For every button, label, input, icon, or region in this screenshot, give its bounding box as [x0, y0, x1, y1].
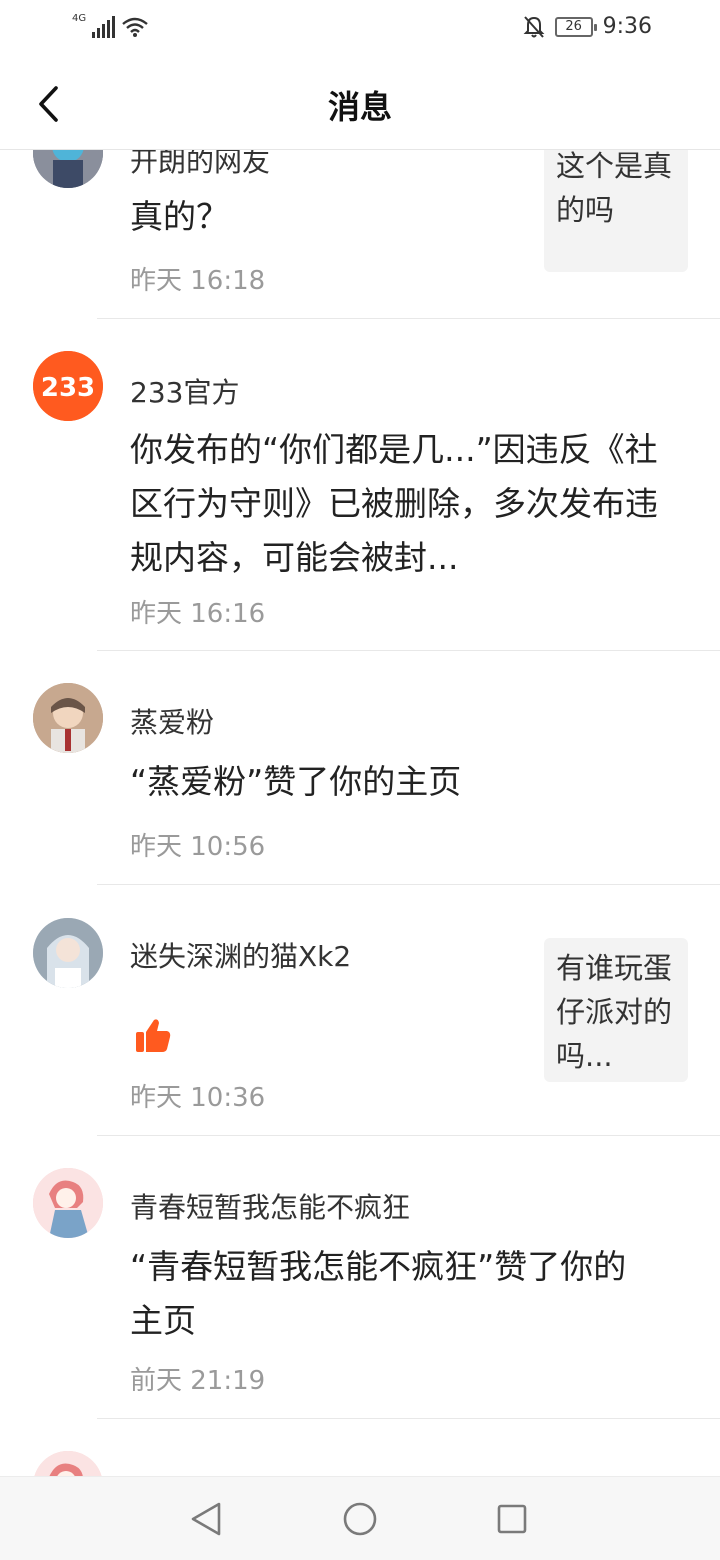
message-time: 昨天 10:36 — [130, 1083, 266, 1113]
signal-icon — [92, 16, 116, 38]
message-content: 你发布的“你们都是几...”因违反《社区行为守则》已被删除，多次发布违规内容，可… — [130, 430, 658, 577]
status-bar: 4G 26 9:36 — [0, 0, 720, 56]
message-content: “蒸爱粉”赞了你的主页 — [130, 762, 462, 801]
message-content: 真的？ — [130, 197, 229, 236]
avatar-label: 233 — [41, 373, 95, 403]
nav-home-button[interactable] — [338, 1497, 382, 1541]
nav-recents-button[interactable] — [490, 1497, 534, 1541]
clock: 9:36 — [602, 14, 652, 39]
message-content: “青春短暂我怎能不疯狂”赞了你的主页 — [130, 1247, 627, 1340]
list-item[interactable]: 233 233官方 你发布的“你们都是几...”因违反《社区行为守则》已被删除，… — [0, 319, 720, 651]
triangle-back-icon — [191, 1502, 221, 1536]
network-type: 4G — [72, 13, 87, 24]
post-preview[interactable]: 有谁玩蛋仔派对的吗... — [544, 938, 688, 1082]
avatar[interactable] — [33, 683, 103, 753]
avatar[interactable]: 233 — [33, 351, 103, 421]
list-item[interactable]: 青春短暂我怎能不疯狂 “青春短暂我怎能不疯狂”赞了你的主页 前天 21:19 — [0, 1136, 720, 1419]
nav-back-button[interactable] — [184, 1497, 228, 1541]
bell-off-icon — [523, 15, 545, 38]
list-item[interactable]: 蒸爱粉 “蒸爱粉”赞了你的主页 昨天 10:56 — [0, 651, 720, 885]
screen: 开朗的网友 真的？ 昨天 16:18 这个是真的吗 233 233官方 你发布的… — [0, 0, 720, 1560]
message-time: 昨天 16:16 — [130, 599, 266, 629]
square-recents-icon — [497, 1504, 527, 1534]
list-item[interactable]: 迷失深渊的猫Xk2 昨天 10:36 有谁玩蛋仔派对的吗... — [0, 885, 720, 1136]
system-nav-bar — [0, 1476, 720, 1560]
page-title: 消息 — [327, 88, 392, 126]
avatar[interactable] — [33, 1168, 103, 1238]
wifi-icon — [122, 17, 148, 37]
sender-name: 迷失深渊的猫Xk2 — [130, 940, 352, 973]
avatar[interactable] — [33, 918, 103, 988]
sender-name: 233官方 — [130, 376, 240, 409]
sender-name: 青春短暂我怎能不疯狂 — [130, 1191, 411, 1224]
circle-home-icon — [343, 1502, 377, 1536]
battery-icon: 26 — [554, 16, 597, 37]
thumbs-up-icon — [134, 1016, 174, 1056]
message-time: 前天 21:19 — [130, 1366, 266, 1396]
app-header: 消息 — [0, 56, 720, 150]
sender-name: 蒸爱粉 — [130, 706, 215, 739]
message-time: 昨天 16:18 — [130, 266, 266, 296]
message-time: 昨天 10:56 — [130, 832, 266, 862]
